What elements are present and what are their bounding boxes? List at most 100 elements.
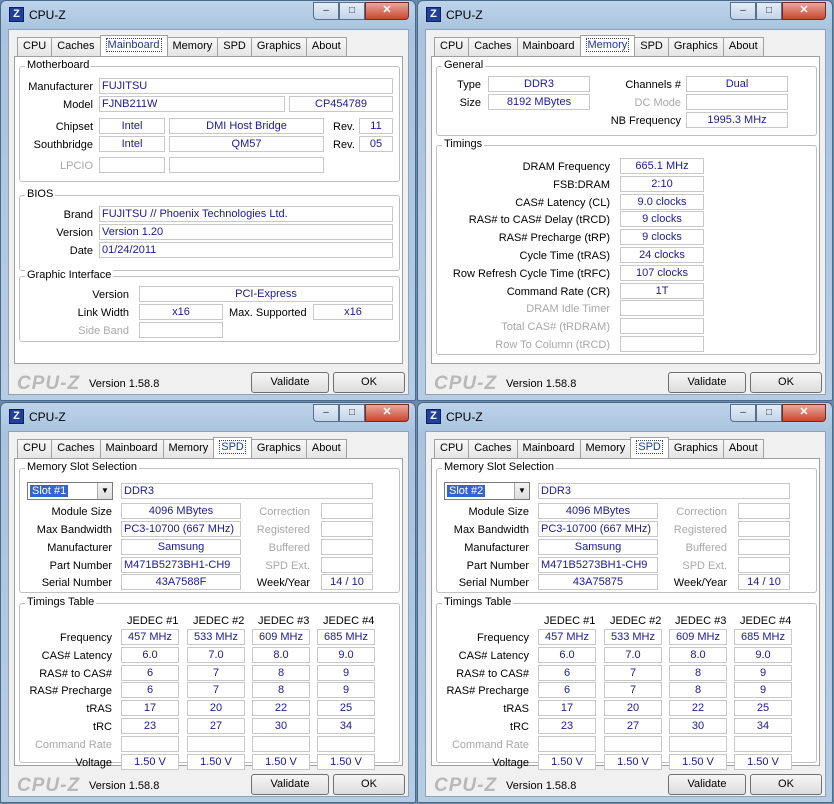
chipset-label: Chipset — [55, 121, 93, 133]
minimize-icon[interactable]: – — [313, 2, 339, 20]
buffered-value — [738, 539, 790, 555]
correction-value — [321, 503, 373, 519]
timing-value: 665.1 MHz — [620, 158, 704, 174]
gi-maxsup-label: Max. Supported — [229, 307, 307, 319]
tab-cpu[interactable]: CPU — [434, 439, 470, 458]
close-icon[interactable]: ✕ — [365, 2, 409, 20]
part-number-label: Part Number — [466, 560, 529, 572]
timing-cell: 6.0 — [121, 646, 179, 663]
tab-spd[interactable]: SPD — [213, 437, 252, 458]
tab-cpu[interactable]: CPU — [17, 439, 53, 458]
timing-row-label: Voltage — [492, 756, 529, 769]
mem-type-label: Type — [457, 79, 481, 91]
general-legend: General — [442, 59, 486, 71]
timing-cell — [669, 735, 727, 752]
tab-mainboard[interactable]: Mainboard — [99, 35, 168, 56]
tab-graphics[interactable]: Graphics — [250, 37, 307, 56]
buffered-value — [321, 539, 373, 555]
maximize-icon[interactable]: □ — [756, 2, 782, 20]
tab-spd[interactable]: SPD — [630, 437, 669, 458]
tab-memory[interactable]: Memory — [162, 439, 215, 458]
tab-graphics[interactable]: Graphics — [667, 439, 724, 458]
tab-graphics[interactable]: Graphics — [667, 37, 724, 56]
title-bar[interactable]: Z CPU-Z – □ ✕ — [418, 403, 832, 431]
cpuz-app-icon: Z — [9, 409, 24, 424]
timing-cell — [734, 735, 792, 752]
chipset-name-value: DMI Host Bridge — [169, 118, 324, 134]
timing-cell — [252, 735, 310, 752]
chipset-vendor-value: Intel — [99, 118, 165, 134]
spd-ext-label: SPD Ext. — [682, 560, 727, 572]
tab-cpu[interactable]: CPU — [434, 37, 470, 56]
tab-spd[interactable]: SPD — [634, 37, 669, 56]
timing-cell: 34 — [317, 718, 375, 734]
tab-caches[interactable]: Caches — [468, 37, 518, 56]
timing-cell: 8 — [252, 682, 310, 699]
timing-cell: 22 — [252, 700, 310, 717]
tab-mainboard[interactable]: Mainboard — [516, 37, 581, 56]
lpcio-label: LPCIO — [59, 160, 93, 172]
minimize-icon[interactable]: – — [730, 404, 756, 422]
timing-value — [620, 300, 704, 317]
timing-label: Cycle Time (tRAS) — [519, 250, 610, 262]
chevron-down-icon[interactable]: ▼ — [97, 483, 112, 499]
tab-memory[interactable]: Memory — [579, 439, 632, 458]
title-bar[interactable]: Z CPU-Z – □ ✕ — [1, 1, 415, 29]
tab-spd[interactable]: SPD — [217, 37, 252, 56]
tab-mainboard[interactable]: Mainboard — [99, 439, 164, 458]
module-type-value: DDR3 — [538, 483, 790, 499]
tab-caches[interactable]: Caches — [468, 439, 518, 458]
timing-cell: 23 — [538, 718, 596, 734]
maximize-icon[interactable]: □ — [339, 2, 365, 20]
timing-row-label: CAS# Latency — [458, 649, 529, 662]
close-icon[interactable]: ✕ — [365, 404, 409, 422]
tab-strip: CPU Caches Mainboard Memory SPD Graphics… — [17, 35, 347, 56]
serial-number-value: 43A7588F — [121, 574, 241, 590]
tab-memory[interactable]: Memory — [579, 35, 636, 56]
version-text: Version 1.58.8 — [506, 378, 577, 390]
tab-cpu[interactable]: CPU — [17, 37, 53, 56]
bios-date-label: Date — [69, 245, 93, 257]
timing-cell: 7 — [187, 664, 245, 681]
bios-legend: BIOS — [25, 188, 56, 200]
minimize-icon[interactable]: – — [730, 2, 756, 20]
close-icon[interactable]: ✕ — [782, 404, 826, 422]
slot-dropdown[interactable]: Slot #2 ▼ — [444, 482, 530, 500]
validate-button[interactable]: Validate — [251, 774, 329, 795]
maximize-icon[interactable]: □ — [756, 404, 782, 422]
jedec-column-header: JEDEC #4 — [740, 615, 792, 627]
timings-table-legend: Timings Table — [442, 596, 514, 608]
ok-button[interactable]: OK — [750, 372, 822, 393]
manufacturer-label: Manufacturer — [464, 542, 529, 554]
minimize-icon[interactable]: – — [313, 404, 339, 422]
timing-cell: 685 MHz — [734, 629, 792, 645]
ok-button[interactable]: OK — [333, 372, 405, 393]
close-icon[interactable]: ✕ — [782, 2, 826, 20]
tab-about[interactable]: About — [722, 439, 764, 458]
timing-row-label: Command Rate — [451, 738, 529, 751]
tab-caches[interactable]: Caches — [51, 439, 101, 458]
timing-cell: 8 — [252, 664, 310, 681]
tab-graphics[interactable]: Graphics — [250, 439, 307, 458]
tab-caches[interactable]: Caches — [51, 37, 101, 56]
validate-button[interactable]: Validate — [668, 774, 746, 795]
validate-button[interactable]: Validate — [668, 372, 746, 393]
ok-button[interactable]: OK — [750, 774, 822, 795]
tab-about[interactable]: About — [305, 439, 347, 458]
slot-dropdown[interactable]: Slot #1 ▼ — [27, 482, 113, 500]
tab-about[interactable]: About — [305, 37, 347, 56]
title-bar[interactable]: Z CPU-Z – □ ✕ — [418, 1, 832, 29]
timing-cell: 9 — [734, 682, 792, 699]
maximize-icon[interactable]: □ — [339, 404, 365, 422]
timing-cell: 1.50 V — [538, 753, 596, 770]
validate-button[interactable]: Validate — [251, 372, 329, 393]
chevron-down-icon[interactable]: ▼ — [514, 483, 529, 499]
ok-button[interactable]: OK — [333, 774, 405, 795]
title-bar[interactable]: Z CPU-Z – □ ✕ — [1, 403, 415, 431]
mem-size-value: 8192 MBytes — [488, 94, 590, 110]
south-rev-label: Rev. — [333, 139, 355, 151]
timing-cell — [187, 735, 245, 752]
tab-mainboard[interactable]: Mainboard — [516, 439, 581, 458]
tab-about[interactable]: About — [722, 37, 764, 56]
tab-memory[interactable]: Memory — [166, 37, 219, 56]
